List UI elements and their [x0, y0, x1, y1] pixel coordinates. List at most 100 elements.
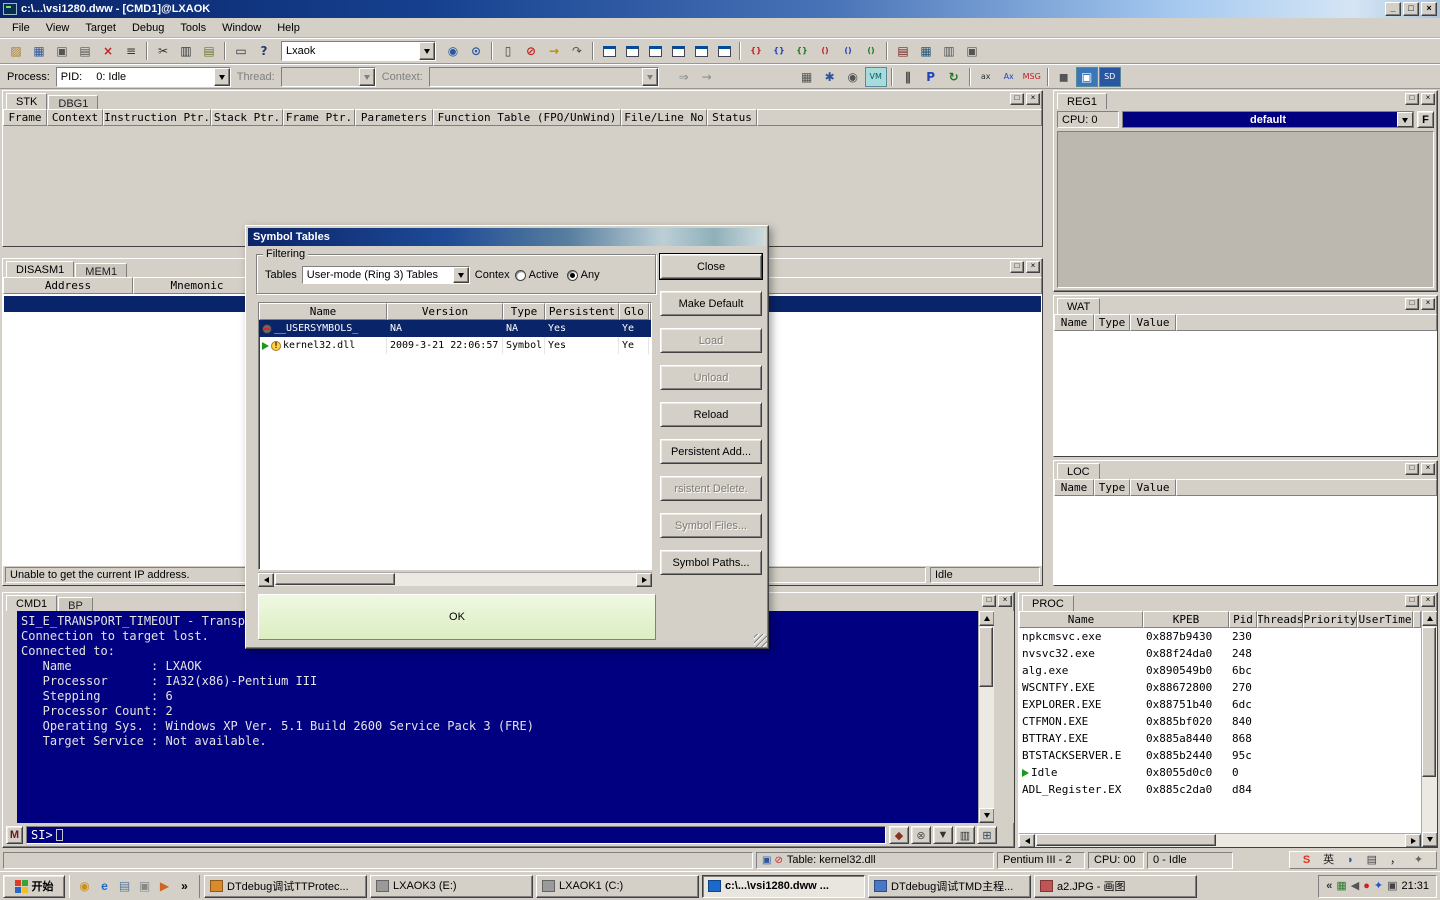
column-header-mnemonic[interactable]: Mnemonic: [133, 277, 261, 294]
module-list-icon[interactable]: ▥: [938, 41, 960, 61]
start-button[interactable]: 开始: [3, 874, 65, 898]
log-options-icon[interactable]: ▥: [955, 826, 975, 844]
scroll-track[interactable]: [1422, 626, 1437, 832]
process-table[interactable]: npkcmsvc.exe 0x887b9430 230 nvsvc32.exe 0x88…: [1019, 628, 1421, 833]
scroll-down-button[interactable]: [1422, 832, 1437, 847]
tray-network-icon[interactable]: ▦: [1336, 880, 1346, 892]
menu-item-window[interactable]: Window: [214, 20, 269, 36]
column-header-frame[interactable]: Frame: [3, 109, 47, 126]
stop-debug-icon[interactable]: ⊘: [520, 41, 542, 61]
paste-icon[interactable]: ▤: [198, 41, 220, 61]
panel-close-button[interactable]: ×: [998, 595, 1012, 607]
menu-item-debug[interactable]: Debug: [124, 20, 172, 36]
column-header-value[interactable]: Value: [1130, 314, 1176, 331]
panel-maximize-button[interactable]: □: [1405, 93, 1419, 105]
tab-dbg1[interactable]: DBG1: [48, 95, 99, 110]
trace-over-icon[interactable]: (): [837, 41, 859, 61]
save-icon[interactable]: ▦: [28, 41, 50, 61]
tab-reg1[interactable]: REG1: [1057, 93, 1107, 109]
scroll-thumb[interactable]: [1422, 627, 1436, 777]
tab-proc[interactable]: PROC: [1022, 595, 1074, 611]
tray-volume-icon[interactable]: ◀: [1351, 880, 1359, 892]
breakpoint-list-icon[interactable]: ▤: [892, 41, 914, 61]
source-view-icon[interactable]: ▯: [497, 41, 519, 61]
process-row[interactable]: BTTRAY.EXE 0x885a8440 868: [1019, 730, 1421, 747]
sd-icon[interactable]: SD: [1098, 66, 1121, 87]
locals-window-icon[interactable]: [713, 41, 735, 61]
flags-button[interactable]: F: [1417, 111, 1434, 128]
symbol-paths-button[interactable]: Symbol Paths...: [660, 550, 762, 575]
panel-maximize-button[interactable]: □: [1010, 93, 1024, 105]
column-header-status[interactable]: Status: [707, 109, 757, 126]
column-header-stack-ptr[interactable]: Stack Ptr.: [211, 109, 283, 126]
help-icon[interactable]: ?: [253, 41, 275, 61]
process-row[interactable]: CTFMON.EXE 0x885bf020 840: [1019, 713, 1421, 730]
scroll-right-button[interactable]: [636, 573, 652, 587]
console-scrollbar[interactable]: [978, 611, 995, 823]
step-over-icon[interactable]: {}: [768, 41, 790, 61]
column-header-pid[interactable]: Pid: [1229, 611, 1257, 628]
scroll-left-button[interactable]: [258, 573, 274, 587]
save-log-icon[interactable]: ▼: [933, 826, 953, 844]
panel-maximize-button[interactable]: □: [1010, 261, 1024, 273]
watch-table-body[interactable]: [1054, 331, 1437, 456]
open-file-icon[interactable]: ▨: [5, 41, 27, 61]
step-out-icon[interactable]: {}: [791, 41, 813, 61]
step-back-icon[interactable]: ↷: [566, 41, 588, 61]
console-mode-icon[interactable]: ⊞: [977, 826, 997, 844]
watch-window-icon[interactable]: [690, 41, 712, 61]
process-list-icon[interactable]: ▣: [961, 41, 983, 61]
column-header-type[interactable]: Type: [1094, 314, 1130, 331]
column-header-name[interactable]: Name: [259, 303, 387, 320]
register-window-icon[interactable]: [667, 41, 689, 61]
scroll-track[interactable]: [1035, 834, 1405, 847]
soft-keyboard-icon[interactable]: ▤: [1367, 854, 1377, 866]
tab-disasm1[interactable]: DISASM1: [6, 261, 75, 277]
reload-button[interactable]: Reload: [660, 402, 762, 427]
scroll-track[interactable]: [274, 573, 636, 586]
command-input[interactable]: SI>: [26, 826, 886, 844]
column-header-name[interactable]: Name: [1054, 479, 1094, 496]
asm-upper-icon[interactable]: Ax: [998, 67, 1020, 87]
taskbar-button[interactable]: LXAOK3 (E:): [370, 874, 533, 898]
target-combo[interactable]: Lxaok: [281, 41, 436, 61]
quicklaunch-desktop-icon[interactable]: ▤: [116, 878, 133, 895]
menu-item-tools[interactable]: Tools: [172, 20, 214, 36]
process-row[interactable]: alg.exe 0x890549b0 6bc: [1019, 662, 1421, 679]
tab-mem1[interactable]: MEM1: [75, 263, 128, 278]
process-row[interactable]: Idle 0x8055d0c0 0: [1019, 764, 1421, 781]
scroll-track[interactable]: [979, 626, 994, 808]
make-default-button[interactable]: Make Default: [660, 291, 762, 316]
radio-any[interactable]: Any: [566, 269, 600, 281]
scroll-down-button[interactable]: [979, 808, 995, 823]
column-header-name[interactable]: Name: [1054, 314, 1094, 331]
column-header-glo[interactable]: Glo: [619, 303, 649, 320]
ime-mode-icon[interactable]: ◗: [1347, 854, 1354, 866]
quicklaunch-media-icon[interactable]: ◉: [76, 878, 93, 895]
punctuation-icon[interactable]: ，: [1390, 854, 1401, 866]
pause-icon[interactable]: ∥: [897, 67, 919, 87]
column-header-instruction-ptr[interactable]: Instruction Ptr.: [103, 109, 211, 126]
menu-item-view[interactable]: View: [38, 20, 78, 36]
search-icon[interactable]: ⊙: [465, 41, 487, 61]
taskbar-button[interactable]: a2.JPG - 画图: [1034, 874, 1197, 898]
column-header-kpeb[interactable]: KPEB: [1143, 611, 1229, 628]
registers-body[interactable]: [1057, 131, 1434, 288]
symbol-table-row[interactable]: __USERSYMBOLS_ NA NA Yes Ye: [259, 320, 651, 337]
taskbar-button[interactable]: DTdebug调试TMD主程...: [868, 874, 1031, 898]
watch-list-icon[interactable]: ▦: [915, 41, 937, 61]
asm-lower-icon[interactable]: ax: [975, 67, 997, 87]
close-button[interactable]: ×: [1421, 2, 1437, 16]
layout-icon[interactable]: ▦: [796, 67, 818, 87]
tray-antivirus-icon[interactable]: ●: [1363, 880, 1370, 892]
quicklaunch-folder-icon[interactable]: ▣: [136, 878, 153, 895]
step-into-icon[interactable]: {}: [745, 41, 767, 61]
column-header-usertime[interactable]: UserTime: [1357, 611, 1413, 628]
process-row[interactable]: WSCNTFY.EXE 0x88672800 270: [1019, 679, 1421, 696]
tray-chevron[interactable]: «: [1326, 880, 1332, 892]
taskbar-button[interactable]: DTdebug调试TTProtec...: [204, 874, 367, 898]
run-to-cursor-icon[interactable]: (): [860, 41, 882, 61]
register-set-combo[interactable]: default: [1122, 111, 1414, 128]
taskbar-button[interactable]: c:\...\vsi1280.dww ...: [702, 874, 865, 898]
window-list-icon[interactable]: ≡: [120, 41, 142, 61]
